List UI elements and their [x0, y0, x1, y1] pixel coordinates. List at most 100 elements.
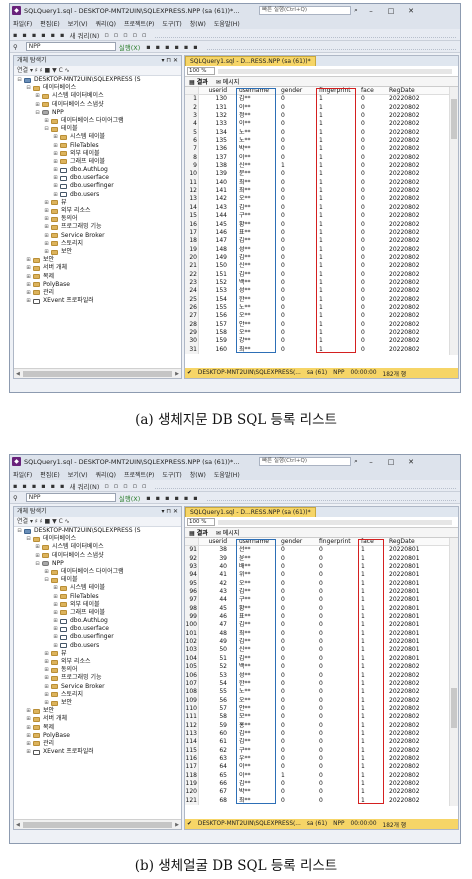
table-cell[interactable]: 1: [357, 738, 385, 746]
scroll-right-icon[interactable]: ▶: [175, 371, 179, 377]
table-cell[interactable]: 20220802: [385, 713, 440, 721]
table-cell[interactable]: 0: [277, 546, 315, 554]
table-row[interactable]: 20 149 김** 0 1 0 20220802: [185, 253, 458, 263]
table-row[interactable]: 23 152 백** 0 1 0 20220802: [185, 278, 458, 288]
table-cell[interactable]: 0: [277, 137, 315, 145]
table-cell[interactable]: 0: [357, 262, 385, 270]
expand-toggle-icon[interactable]: ⊞: [53, 642, 58, 650]
table-cell[interactable]: 1: [315, 337, 357, 345]
table-cell[interactable]: 0: [277, 346, 315, 354]
new-query-button[interactable]: 새 쿼리(N): [69, 481, 99, 491]
table-cell[interactable]: 한**: [235, 296, 277, 304]
table-cell[interactable]: 한**: [235, 680, 277, 688]
table-cell[interactable]: 배**: [235, 563, 277, 571]
table-cell[interactable]: 20220802: [385, 663, 440, 671]
table-cell[interactable]: 0: [315, 630, 357, 638]
table-cell[interactable]: 1: [357, 747, 385, 755]
table-cell[interactable]: 0: [277, 212, 315, 220]
tree-node[interactable]: ⊞ XEvent 프로파일러: [14, 748, 181, 756]
expand-toggle-icon[interactable]: ⊞: [53, 601, 58, 609]
tree-node[interactable]: ⊞ 프로그래밍 기능: [14, 223, 181, 231]
results-text-icon[interactable]: ▪: [165, 494, 169, 502]
tree-node[interactable]: ⊞ 보안: [14, 707, 181, 715]
table-row[interactable]: 14 143 김** 0 1 0 20220802: [185, 203, 458, 213]
table-cell[interactable]: 1: [357, 571, 385, 579]
table-cell[interactable]: 0: [277, 638, 315, 646]
table-cell[interactable]: 0: [315, 797, 357, 805]
expand-toggle-icon[interactable]: ⊞: [26, 289, 31, 297]
expand-toggle-icon[interactable]: ⊞: [26, 273, 31, 281]
table-cell[interactable]: 강**: [235, 337, 277, 345]
redo-icon[interactable]: ▫: [114, 31, 118, 39]
table-cell[interactable]: 1: [357, 613, 385, 621]
table-row[interactable]: 119 66 김** 0 0 1 20220802: [185, 779, 458, 789]
tree-node[interactable]: ⊞ dbo.userface: [14, 625, 181, 633]
table-cell[interactable]: 1: [315, 145, 357, 153]
table-cell[interactable]: 20220802: [385, 329, 440, 337]
table-row[interactable]: 108 55 노** 0 0 1 20220802: [185, 688, 458, 697]
expand-toggle-icon[interactable]: ⊟: [35, 560, 40, 568]
table-cell[interactable]: 0: [277, 154, 315, 162]
table-cell[interactable]: 0: [277, 555, 315, 563]
table-cell[interactable]: 20220801: [385, 621, 440, 629]
tree-node[interactable]: ⊞ 시스템 데이터베이스: [14, 543, 181, 551]
table-cell[interactable]: 0: [357, 154, 385, 162]
table-cell[interactable]: 0: [277, 763, 315, 771]
scroll-thumb[interactable]: [22, 821, 173, 828]
table-cell[interactable]: 0: [315, 580, 357, 588]
table-cell[interactable]: 20220802: [385, 346, 440, 354]
table-cell[interactable]: 1: [357, 680, 385, 688]
table-cell[interactable]: 0: [315, 613, 357, 621]
table-cell[interactable]: 0: [277, 697, 315, 705]
table-cell[interactable]: 61: [199, 738, 235, 746]
table-cell[interactable]: 0: [277, 279, 315, 287]
tree-node[interactable]: ⊞ Service Broker: [14, 683, 181, 691]
table-cell[interactable]: 0: [277, 738, 315, 746]
table-cell[interactable]: 1: [315, 312, 357, 320]
table-cell[interactable]: 황**: [235, 221, 277, 229]
menu-item[interactable]: 도움말(H): [214, 470, 240, 479]
table-cell[interactable]: 윤**: [235, 555, 277, 563]
table-cell[interactable]: 0: [277, 722, 315, 730]
table-cell[interactable]: 1: [357, 788, 385, 796]
table-cell[interactable]: 48: [199, 630, 235, 638]
table-row[interactable]: 21 150 신** 0 1 0 20220802: [185, 262, 458, 271]
comment-icon[interactable]: ▪: [174, 494, 178, 502]
table-cell[interactable]: 0: [315, 655, 357, 663]
expand-toggle-icon[interactable]: ⊞: [44, 215, 49, 223]
table-cell[interactable]: 0: [277, 588, 315, 596]
table-cell[interactable]: 0: [315, 722, 357, 730]
tree-node[interactable]: ⊞ 외부 리소스: [14, 207, 181, 215]
table-cell[interactable]: 정**: [235, 112, 277, 120]
table-row[interactable]: 15 144 구** 0 1 0 20220802: [185, 212, 458, 221]
table-row[interactable]: 104 51 김** 0 0 1 20220801: [185, 654, 458, 664]
table-cell[interactable]: 20220802: [385, 296, 440, 304]
table-cell[interactable]: 20220802: [385, 120, 440, 128]
expand-toggle-icon[interactable]: ⊞: [44, 240, 49, 248]
tree-node[interactable]: ⊞ 프로그래밍 기능: [14, 674, 181, 682]
new-file-icon[interactable]: ▪: [32, 482, 36, 490]
table-cell[interactable]: 1: [315, 237, 357, 245]
editor-scrollbar[interactable]: [218, 68, 452, 74]
table-cell[interactable]: 0: [315, 555, 357, 563]
table-cell[interactable]: 58: [199, 713, 235, 721]
table-cell[interactable]: 1: [315, 254, 357, 262]
table-cell[interactable]: 우**: [235, 755, 277, 763]
table-cell[interactable]: 0: [277, 271, 315, 279]
column-header-username[interactable]: username: [235, 87, 277, 94]
expand-toggle-icon[interactable]: ⊞: [53, 593, 58, 601]
table-cell[interactable]: 158: [199, 329, 235, 337]
table-cell[interactable]: 0: [315, 563, 357, 571]
table-cell[interactable]: 1: [357, 605, 385, 613]
table-cell[interactable]: 노**: [235, 129, 277, 137]
table-cell[interactable]: 62: [199, 747, 235, 755]
table-cell[interactable]: 20220801: [385, 571, 440, 579]
indent-icon[interactable]: ▪: [193, 43, 197, 51]
expand-toggle-icon[interactable]: ⊞: [44, 248, 49, 256]
tree-node[interactable]: ⊞ 데이터베이스 다이어그램: [14, 117, 181, 125]
table-cell[interactable]: 1: [357, 713, 385, 721]
table-cell[interactable]: 홍**: [235, 722, 277, 730]
editor-scrollbar[interactable]: [218, 519, 452, 525]
expand-toggle-icon[interactable]: ⊞: [53, 609, 58, 617]
database-selector[interactable]: NPP: [25, 493, 116, 502]
